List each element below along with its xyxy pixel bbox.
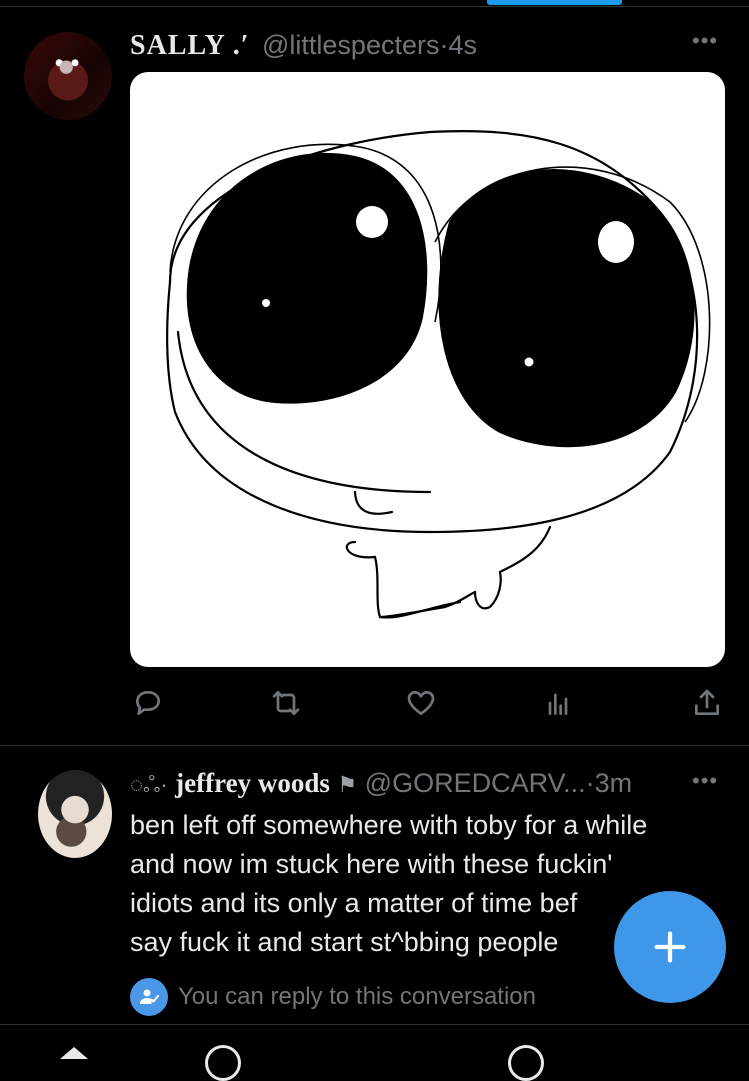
compose-button[interactable] [614,891,726,1003]
author-suffix: ⚑ [337,772,358,797]
bottom-nav [0,1025,749,1081]
reply-permission-notice: You can reply to this conversation [130,978,536,1016]
avatar[interactable] [24,32,112,120]
tab-indicator [487,0,622,5]
avatar[interactable] [38,770,112,858]
search-icon[interactable] [205,1045,241,1081]
plus-icon [654,931,686,963]
tweet-text-line: and now im stuck here with these fuckin' [130,849,613,879]
author-name[interactable]: jeffrey woods [175,768,330,798]
tweet-text-line: ben left off somewhere with toby for a w… [130,810,648,840]
tweet-actions [0,683,749,723]
author-name[interactable]: SALLY .′ [130,30,250,62]
like-icon[interactable] [401,683,441,723]
top-divider [0,6,749,7]
post-media[interactable] [130,72,725,667]
thread-divider [0,745,749,746]
reply-notice-text: You can reply to this conversation [178,983,536,1010]
user-check-icon [130,978,168,1016]
more-options-icon[interactable]: ••• [692,768,718,794]
home-icon[interactable] [60,1047,88,1059]
reply-icon[interactable] [128,683,168,723]
more-options-icon[interactable]: ••• [692,28,718,54]
reply-header: ◌ஃ· jeffrey woods ⚑ @GOREDCARV...·3m [130,768,632,801]
author-prefix: ◌ஃ· [130,772,168,797]
author-handle-time[interactable]: @littlespecters·4s [262,30,477,61]
views-icon[interactable] [538,683,578,723]
notifications-icon[interactable] [508,1045,544,1081]
retweet-icon[interactable] [266,683,306,723]
share-icon[interactable] [687,683,727,723]
author-handle-time[interactable]: @GOREDCARV...·3m [365,768,632,798]
